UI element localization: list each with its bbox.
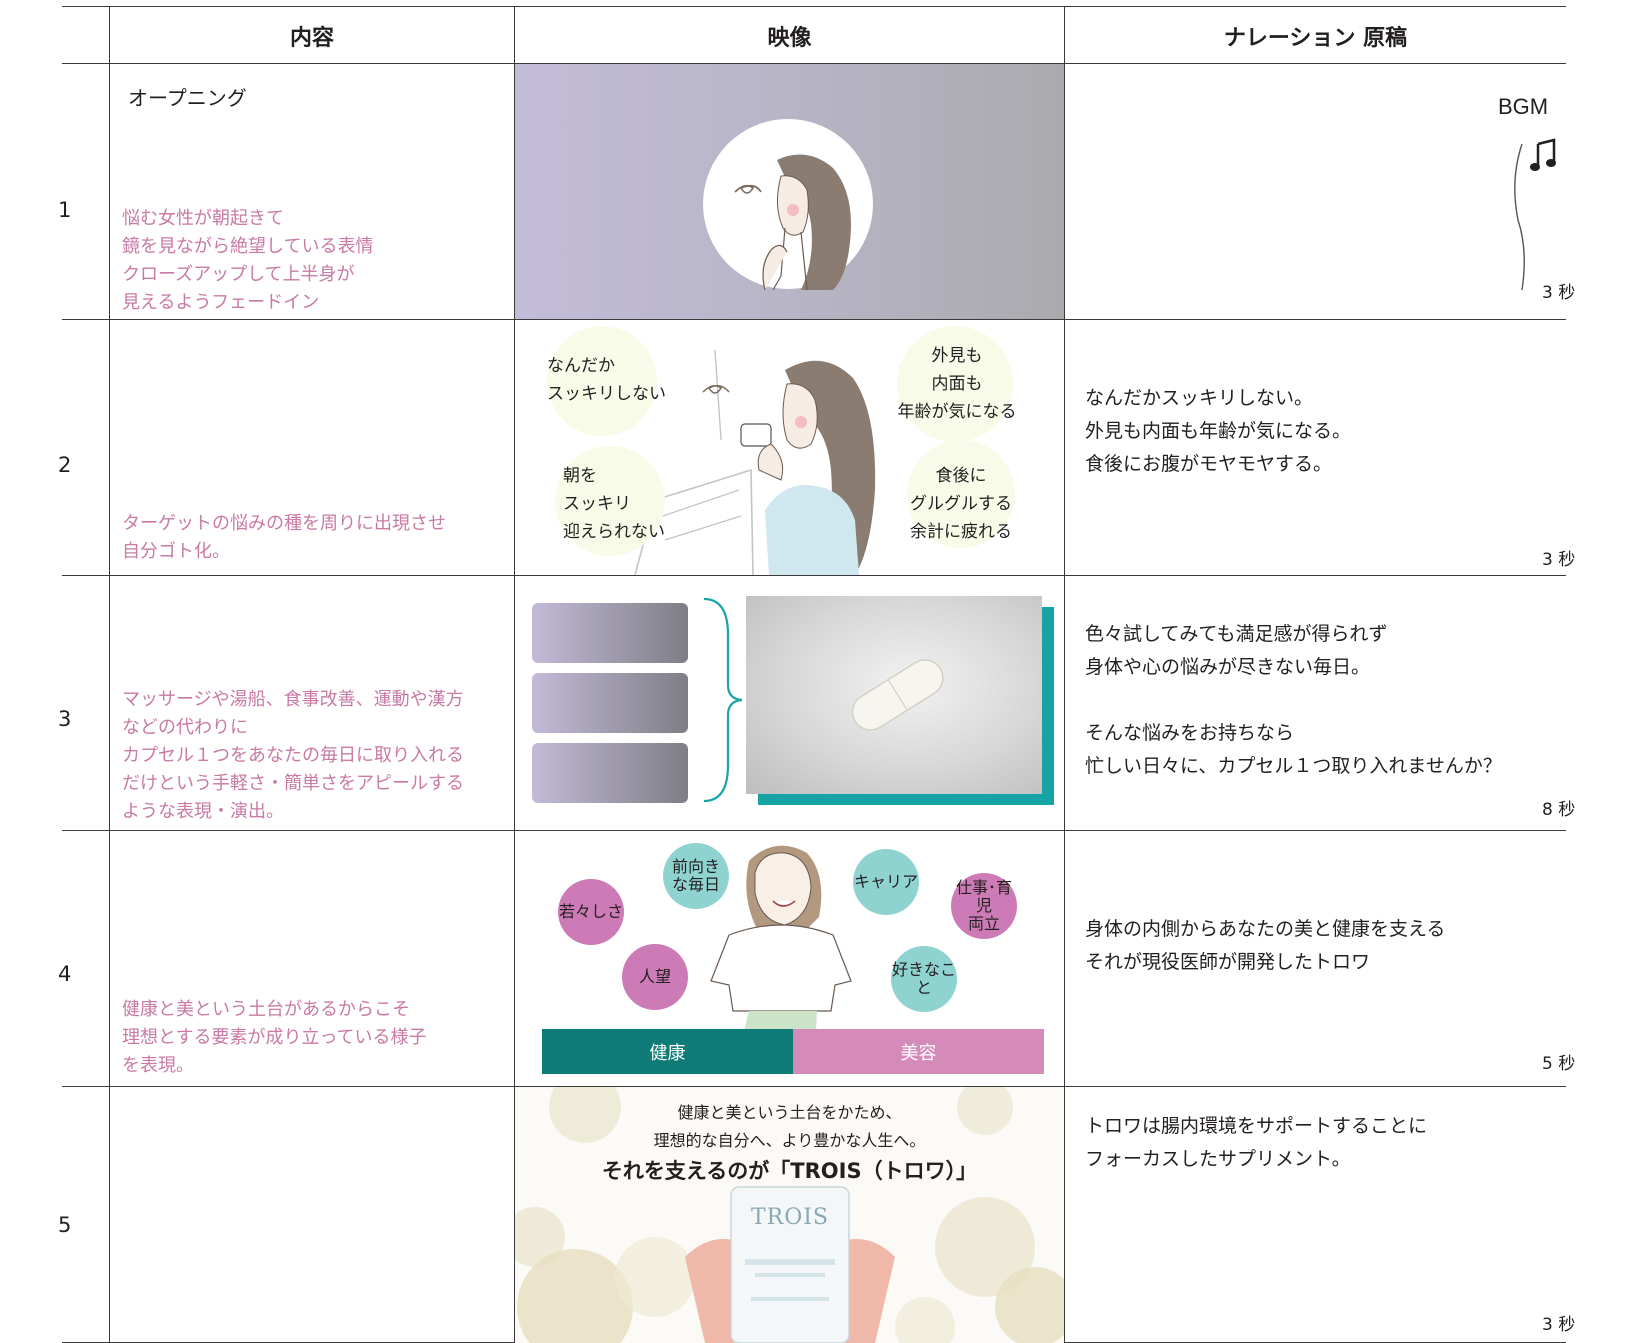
worry-text: 食後に グルグルする 余計に疲れる: [910, 466, 1012, 542]
worry-text: なんだか スッキリしない: [547, 356, 666, 404]
row-number: 4: [58, 962, 72, 986]
product-video-frame: 健康と美という土台をかため、 理想的な自分へ、より豊かな人生へ。 それを支えるの…: [515, 1087, 1064, 1343]
worry-text: 外見も 内面も 年齢が気になる: [897, 346, 1017, 422]
scene-description: マッサージや湯船、食事改善、運動や漢方 などの代わりに カプセル１つをあなたの毎…: [122, 689, 464, 822]
duration-label: 3 秒: [1542, 1315, 1576, 1335]
worries-video-frame: なんだか スッキリしない 外見も 内面も 年齢が気になる 朝を スッキリ 迎えら…: [515, 320, 1064, 575]
col-divider-number: [109, 6, 110, 1343]
ideal-tag: キャリア: [853, 849, 919, 915]
duration-label: 8 秒: [1542, 800, 1576, 820]
header-narration: ナレーション 原稿: [1223, 26, 1408, 51]
section-title: オープニング: [128, 86, 247, 110]
woman-waking-illustration: [703, 119, 873, 291]
row-number: 1: [58, 198, 72, 222]
row-number: 2: [58, 453, 72, 477]
narration-text: 色々試してみても満足感が得られず 身体や心の悩みが尽きない毎日。 そんな悩みをお…: [1085, 623, 1502, 777]
alternative-method-bar: [532, 603, 688, 663]
video-caption-headline: それを支えるのが「TROIS（トロワ）」: [601, 1159, 978, 1183]
alternative-method-bar: [532, 743, 688, 803]
duration-label: 3 秒: [1542, 550, 1576, 570]
narration-text: 身体の内側からあなたの美と健康を支える それが現役医師が開発したトロワ: [1085, 918, 1446, 973]
ideal-tag: 仕事･育児 両立: [951, 873, 1017, 939]
opening-video-frame: [515, 64, 1064, 319]
product-package-name: TROIS: [750, 1205, 830, 1230]
ideal-tag: 好きなこと: [891, 946, 957, 1012]
video-caption-line-1: 健康と美という土台をかため、: [677, 1103, 902, 1122]
health-base-bar: 健康: [542, 1029, 793, 1074]
duration-label: 3 秒: [1542, 283, 1576, 303]
bgm-label: BGM: [1498, 94, 1549, 119]
scene-description: 健康と美という土台があるからこそ 理想とする要素が成り立っている様子 を表現。: [122, 999, 427, 1076]
ideal-tag: 人望: [622, 944, 688, 1010]
beauty-base-bar: 美容: [793, 1029, 1044, 1074]
capsule-photo: [746, 596, 1042, 794]
header-video: 映像: [767, 26, 812, 51]
scene-description: 悩む女性が朝起きて 鏡を見ながら絶望している表情 クローズアップして上半身が 見…: [122, 208, 374, 313]
scene-description: ターゲットの悩みの種を周りに出現させ 自分ゴト化。: [122, 513, 446, 562]
ideal-tag: 若々しさ: [558, 879, 624, 945]
top-border: [62, 6, 1566, 7]
ideal-self-video-frame: 前向き な毎日 キャリア 若々しさ 仕事･育児 両立 人望 好きなこと 健康 美…: [515, 831, 1064, 1086]
video-caption-line-2: 理想的な自分へ、より豊かな人生へ。: [653, 1131, 926, 1150]
bgm-wave-line: [1514, 143, 1525, 291]
narration-text: トロワは腸内環境をサポートすることに フォーカスしたサプリメント。: [1085, 1115, 1428, 1170]
alternative-method-bar: [532, 673, 688, 733]
row-2-bottom-border: [62, 575, 1566, 576]
curly-brace: [703, 597, 743, 803]
narration-text: なんだかスッキリしない。 外見も内面も年齢が気になる。 食後にお腹がモヤモヤする…: [1085, 387, 1352, 475]
capsule-icon: [851, 659, 944, 731]
row-number: 3: [58, 707, 72, 731]
header-content: 内容: [289, 26, 334, 51]
col-divider-video: [1064, 6, 1065, 1343]
worry-text: 朝を スッキリ 迎えられない: [563, 466, 665, 542]
ideal-tag: 前向き な毎日: [663, 843, 729, 909]
duration-label: 5 秒: [1542, 1054, 1576, 1074]
music-note-icon: [1530, 138, 1556, 171]
row-number: 5: [58, 1213, 72, 1237]
